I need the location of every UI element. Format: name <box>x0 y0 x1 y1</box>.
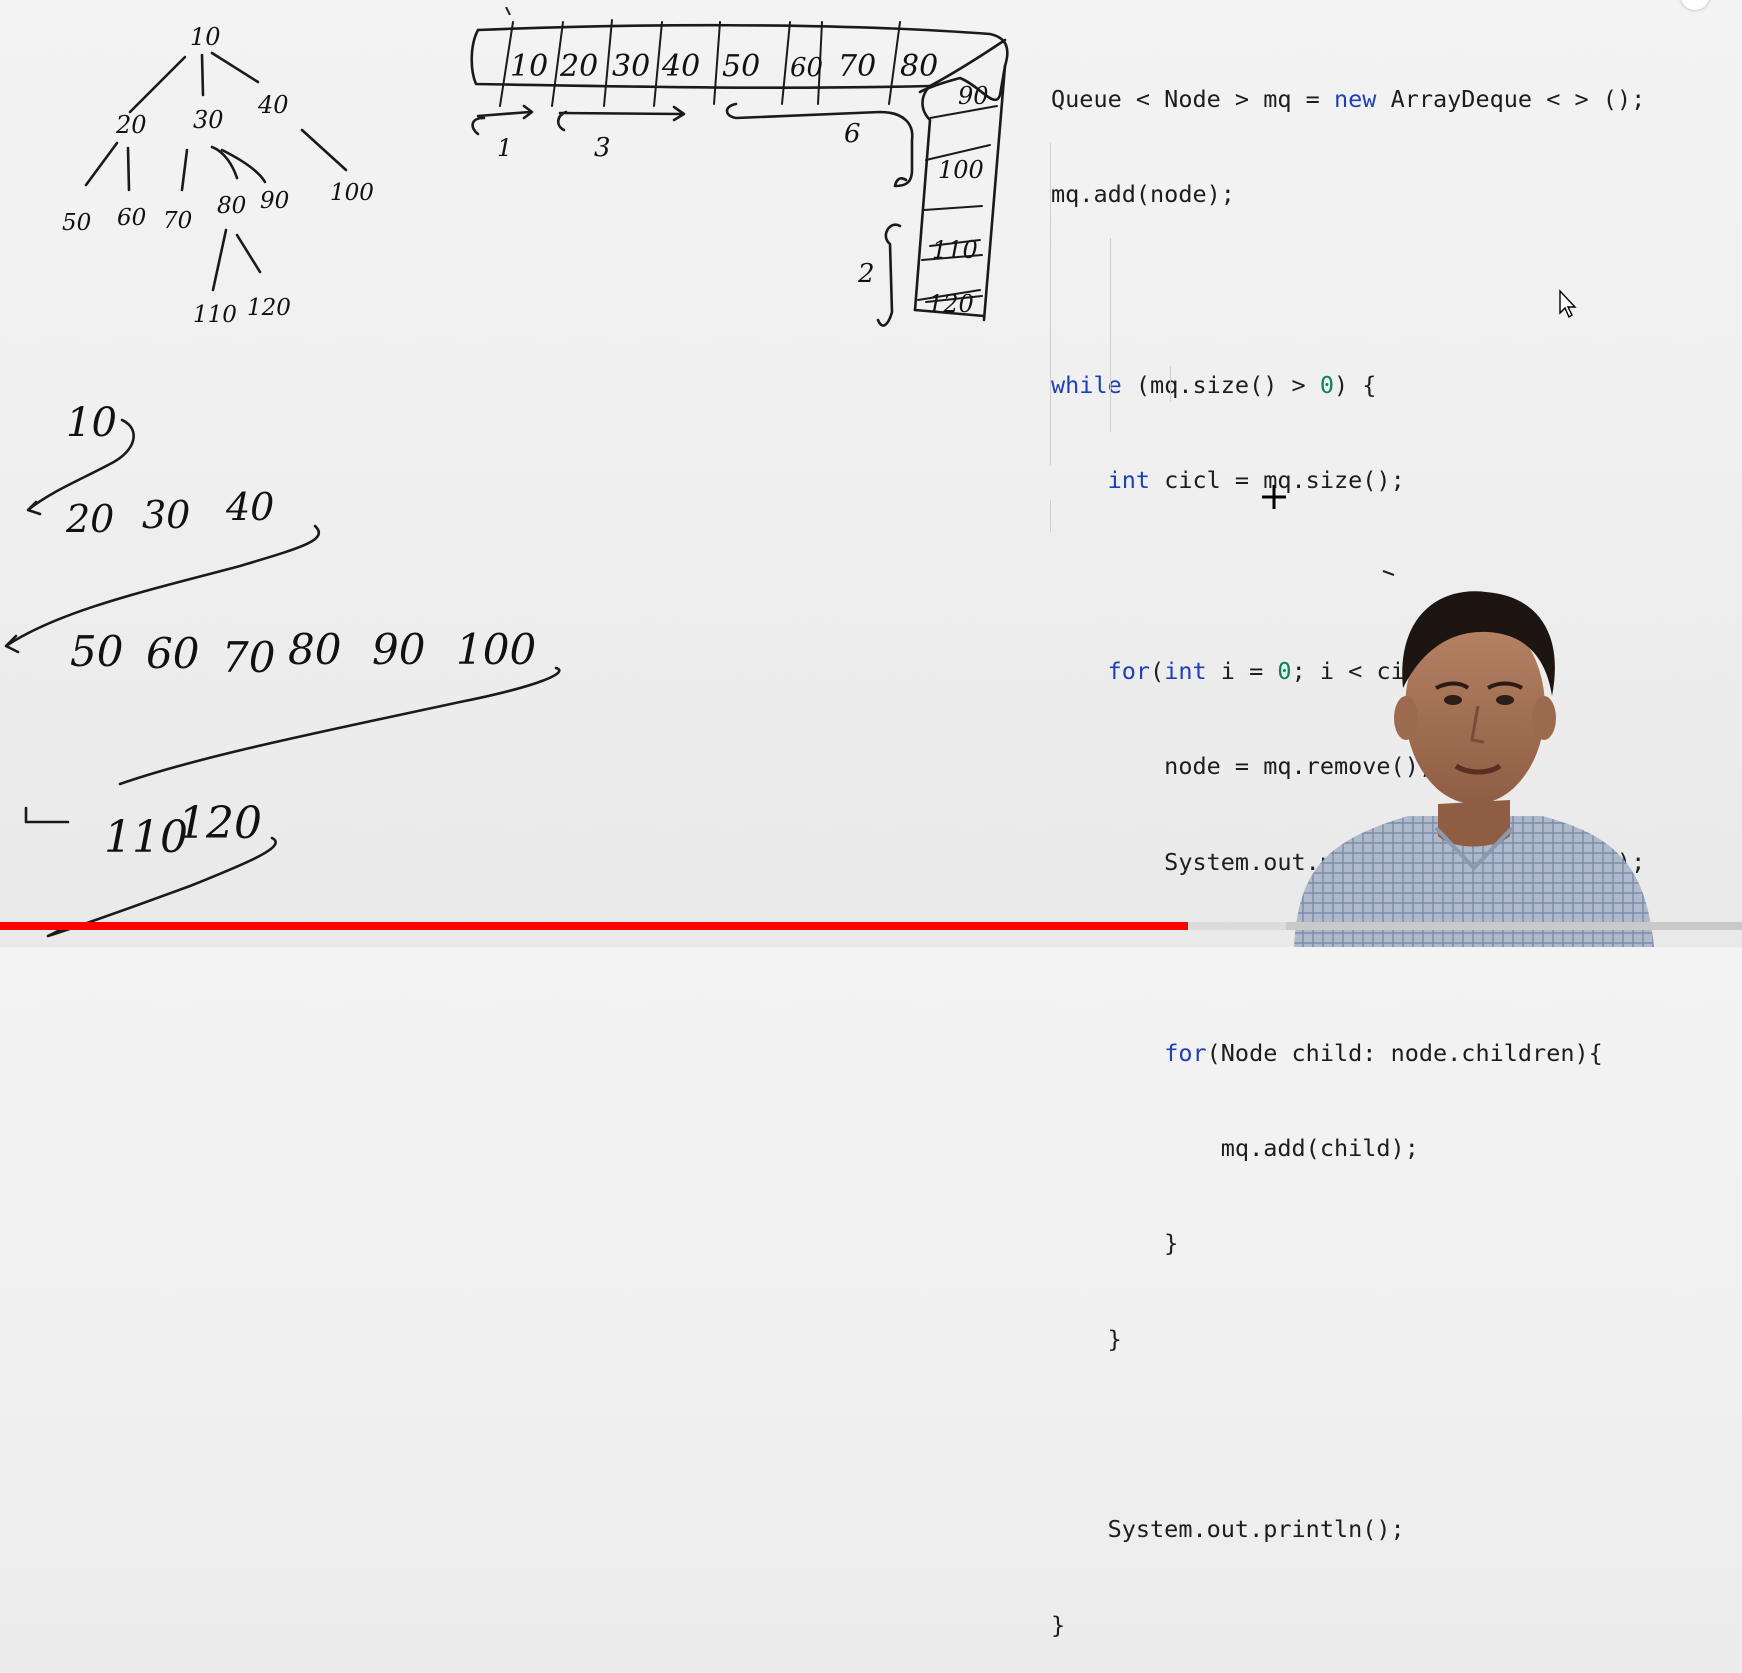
queue-level-count: 1 <box>497 134 512 162</box>
queue-diagram: 10 20 30 40 50 60 70 80 90 100 110 120 1… <box>470 19 1009 327</box>
tree-node-level2: 60 <box>117 205 146 231</box>
tree-node-root: 10 <box>190 23 221 51</box>
code-line: while (mq.size() > 0) { <box>1051 370 1691 402</box>
queue-cell-value: 100 <box>938 156 984 184</box>
level-row: 110 120 <box>104 798 262 863</box>
code-line: Queue < Node > mq = new ArrayDeque < > (… <box>1051 84 1691 116</box>
code-line: } <box>1051 1610 1691 1642</box>
code-line: mq.add(child); <box>1051 1133 1691 1165</box>
generic-tree-drawing: 10 20 30 40 50 60 70 80 90 100 110 120 <box>62 23 374 328</box>
queue-level-count: 3 <box>594 133 611 163</box>
code-line-text: System.out.println(); <box>1051 1515 1405 1544</box>
level-row-item: 30 <box>142 493 190 537</box>
video-played-bar <box>0 922 1189 930</box>
code-line-text: } <box>1051 1324 1122 1353</box>
code-line-text: Queue < Node > mq = new ArrayDeque < > (… <box>1051 84 1646 113</box>
ink-mark <box>1382 562 1396 576</box>
tree-node-level2: 90 <box>260 188 289 214</box>
level-row-item: 10 <box>66 400 117 446</box>
tree-node-level2: 70 <box>163 208 192 234</box>
queue-cell-value: 70 <box>838 49 876 84</box>
level-row-item: 60 <box>146 629 199 678</box>
queue-cell-value: 10 <box>510 49 548 84</box>
crosshair-icon <box>1261 484 1287 510</box>
queue-cell-value: 60 <box>790 53 823 83</box>
code-line: int cicl = mq.size(); <box>1051 465 1691 497</box>
code-line-text: } <box>1051 1229 1179 1258</box>
level-row-item: 50 <box>70 627 123 676</box>
code-line-text: int cicl = mq.size(); <box>1107 466 1405 495</box>
code-line: for(Node child: node.children){ <box>1051 1038 1691 1070</box>
level-order-notes: 10 20 30 40 50 60 70 80 90 100 110 120 <box>4 400 561 938</box>
level-row: 10 <box>66 400 117 446</box>
level-row-item: 80 <box>288 625 341 674</box>
level-row-item: 90 <box>372 625 425 674</box>
code-line-text: for(Node child: node.children){ <box>1164 1038 1603 1067</box>
level-row-item: 20 <box>65 497 114 541</box>
code-line-text: mq.add(node); <box>1051 179 1235 208</box>
tree-node-level1: 30 <box>193 106 224 134</box>
queue-cell-value: 80 <box>900 49 938 84</box>
level-row-item: 120 <box>178 798 262 849</box>
queue-cell-value: 50 <box>722 49 760 84</box>
indent-guide <box>1050 143 1051 465</box>
queue-level-count: 2 <box>857 259 875 289</box>
indent-guide <box>1170 366 1171 402</box>
tree-node-level1: 20 <box>115 111 147 139</box>
tree-node-level2: 50 <box>62 210 91 236</box>
video-progress-bar[interactable] <box>0 922 1742 930</box>
tree-edges <box>84 51 348 292</box>
tree-node-level3: 110 <box>193 302 237 328</box>
code-line: System.out.println(); <box>1051 1514 1691 1546</box>
indent-guide <box>1050 500 1051 532</box>
tree-node-level1: 40 <box>257 91 289 119</box>
level-row-item: 40 <box>225 485 274 529</box>
tree-node-level2: 100 <box>330 180 374 206</box>
mouse-pointer-icon <box>1558 289 1578 319</box>
level-row: 20 30 40 <box>65 485 274 541</box>
level-row-item: 70 <box>222 633 275 682</box>
ink-mark <box>504 0 514 16</box>
queue-cell-value: 30 <box>612 49 650 84</box>
code-line: mq.add(node); <box>1051 179 1691 211</box>
indent-guide <box>1110 238 1111 432</box>
code-line: } <box>1051 1228 1691 1260</box>
queue-cell-value: 120 <box>928 290 974 318</box>
level-row-item: 100 <box>456 625 536 674</box>
code-line-text: while (mq.size() > 0) { <box>1051 370 1377 399</box>
queue-cell-value: 20 <box>559 49 598 84</box>
queue-cell-value: 90 <box>958 82 989 110</box>
level-row-item: 110 <box>104 812 188 863</box>
presenter-webcam <box>1288 578 1662 947</box>
queue-cell-value: 40 <box>661 49 700 84</box>
queue-level-count: 6 <box>844 119 861 149</box>
level-row: 50 60 70 80 90 100 <box>70 625 536 682</box>
code-line: } <box>1051 1324 1691 1356</box>
tree-node-level3: 120 <box>247 295 291 321</box>
tree-node-level2: 80 <box>217 193 246 219</box>
code-line-text: } <box>1051 1610 1066 1639</box>
code-line-text: mq.add(child); <box>1051 1133 1419 1162</box>
